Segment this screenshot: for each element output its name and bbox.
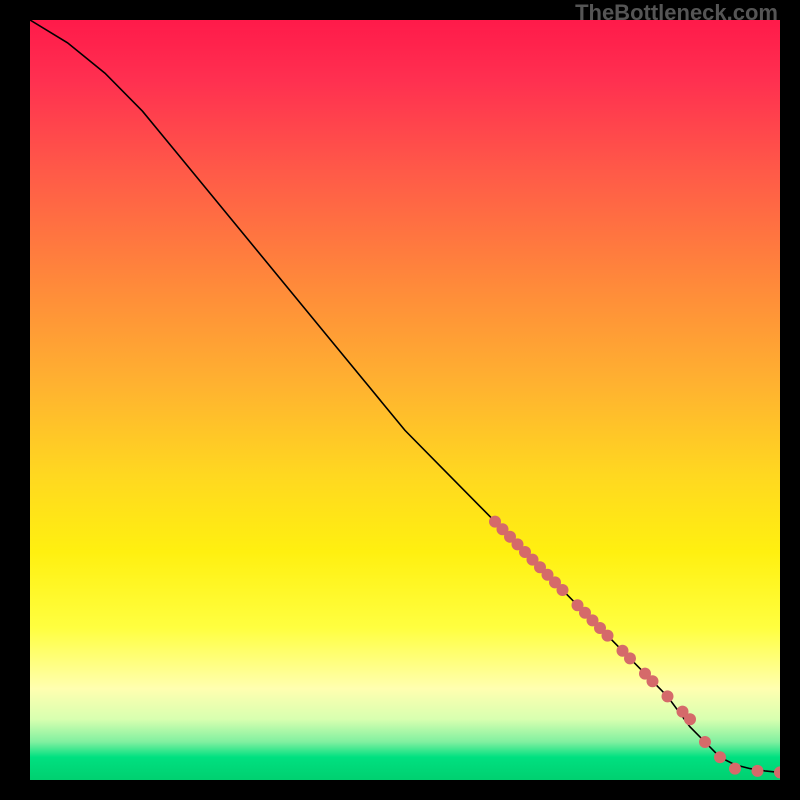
watermark-text: TheBottleneck.com — [575, 0, 778, 26]
gradient-plot-area — [30, 20, 780, 780]
